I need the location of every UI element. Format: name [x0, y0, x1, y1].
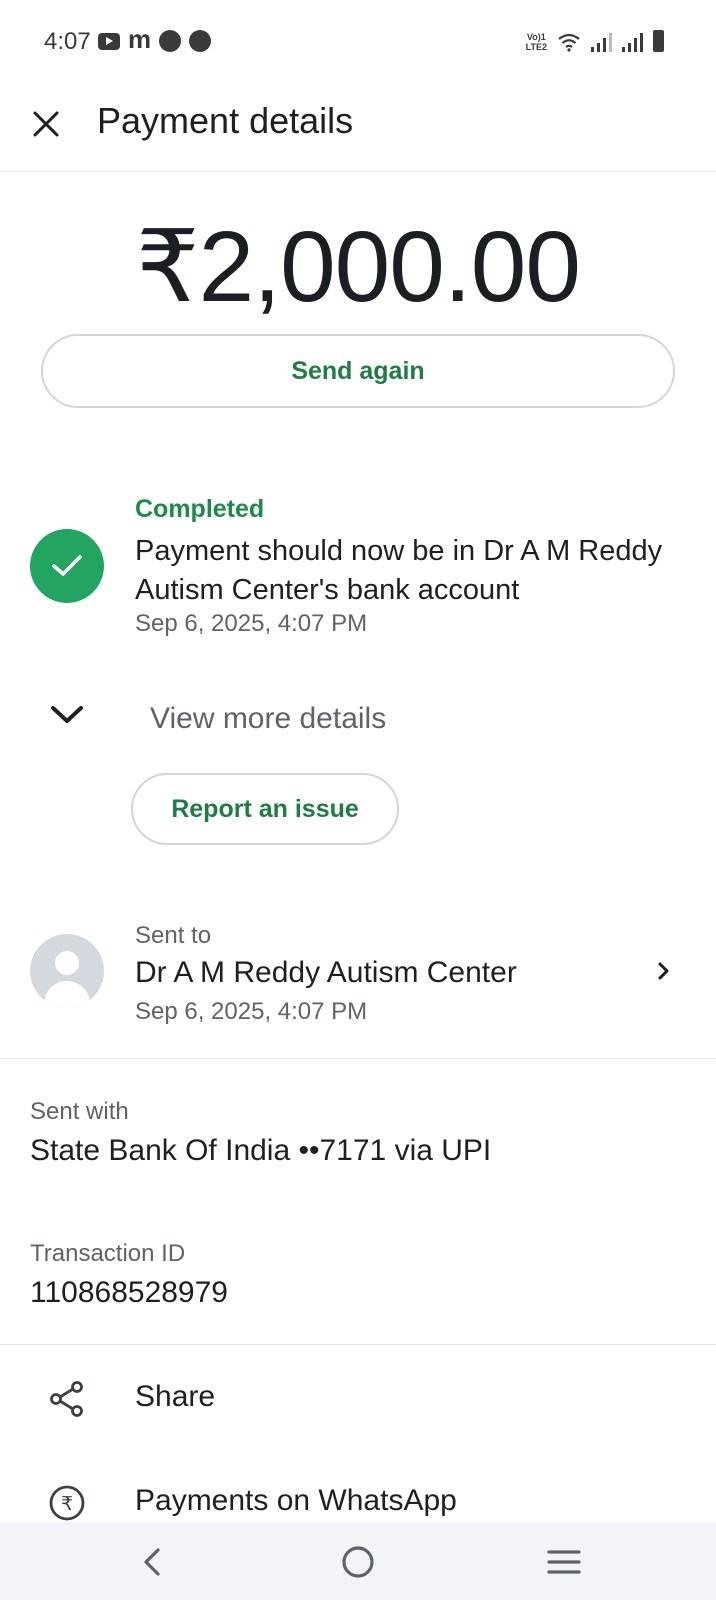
- share-action[interactable]: Share: [0, 1358, 716, 1438]
- share-icon: [50, 1381, 83, 1417]
- status-time: 4:07: [44, 28, 91, 55]
- app-notification-icon: [159, 30, 182, 52]
- close-button[interactable]: [24, 102, 68, 146]
- volte-icon: Vo)1 LTE2: [525, 32, 547, 52]
- payments-on-whatsapp-label: Payments on WhatsApp: [135, 1484, 457, 1517]
- chevron-right-icon: [658, 962, 669, 980]
- view-more-details-toggle[interactable]: View more details: [44, 698, 644, 744]
- status-timestamp: Sep 6, 2025, 4:07 PM: [135, 610, 368, 637]
- chevron-down-icon: [51, 706, 83, 723]
- status-message: Payment should now be in Dr A M Reddy Au…: [135, 535, 663, 606]
- send-again-button[interactable]: Send again: [41, 334, 675, 408]
- rupee-circle-icon: ₹: [49, 1485, 85, 1521]
- chrome-icon: [189, 30, 212, 52]
- signal-icon-1: [591, 32, 612, 52]
- view-more-details-label: View more details: [150, 702, 387, 735]
- status-bar: 4:07 m Vo)1 LTE2: [0, 0, 716, 86]
- system-icons: Vo)1 LTE2: [526, 30, 664, 52]
- divider: [0, 1344, 716, 1345]
- recipient-timestamp: Sep 6, 2025, 4:07 PM: [135, 998, 368, 1025]
- check-icon: [52, 555, 82, 576]
- transaction-id-value: 110868528979: [30, 1276, 228, 1309]
- battery-icon: [653, 30, 664, 52]
- system-nav-bar: [0, 1522, 716, 1600]
- signal-icon-2: [622, 32, 643, 52]
- sent-to-label: Sent to: [135, 922, 212, 949]
- gmail-icon: m: [128, 24, 152, 54]
- avatar: [30, 934, 104, 1008]
- success-badge: [30, 529, 104, 603]
- notification-icons: m: [98, 24, 212, 54]
- transaction-id-label: Transaction ID: [30, 1240, 186, 1267]
- back-button[interactable]: [130, 1540, 174, 1584]
- youtube-icon: [98, 32, 120, 50]
- report-issue-button[interactable]: Report an issue: [131, 773, 399, 845]
- menu-icon: [547, 1550, 581, 1574]
- back-icon: [144, 1548, 160, 1576]
- status-label: Completed: [135, 495, 265, 523]
- recipient-row[interactable]: Sent to Dr A M Reddy Autism Center Sep 6…: [0, 910, 716, 1030]
- sent-with-value: State Bank Of India ••7171 via UPI: [30, 1134, 492, 1167]
- app-bar: Payment details: [0, 86, 716, 172]
- home-icon: [342, 1546, 374, 1578]
- recent-apps-button[interactable]: [542, 1540, 586, 1584]
- share-label: Share: [135, 1380, 216, 1413]
- recipient-name: Dr A M Reddy Autism Center: [135, 956, 517, 989]
- close-icon: [33, 111, 59, 137]
- divider: [0, 1058, 716, 1059]
- sent-with-label: Sent with: [30, 1098, 129, 1125]
- payment-amount: ₹2,000.00: [136, 211, 581, 323]
- home-button[interactable]: [336, 1540, 380, 1584]
- svg-text:₹: ₹: [61, 1493, 73, 1515]
- page-title: Payment details: [97, 100, 354, 141]
- wifi-icon: [558, 33, 580, 52]
